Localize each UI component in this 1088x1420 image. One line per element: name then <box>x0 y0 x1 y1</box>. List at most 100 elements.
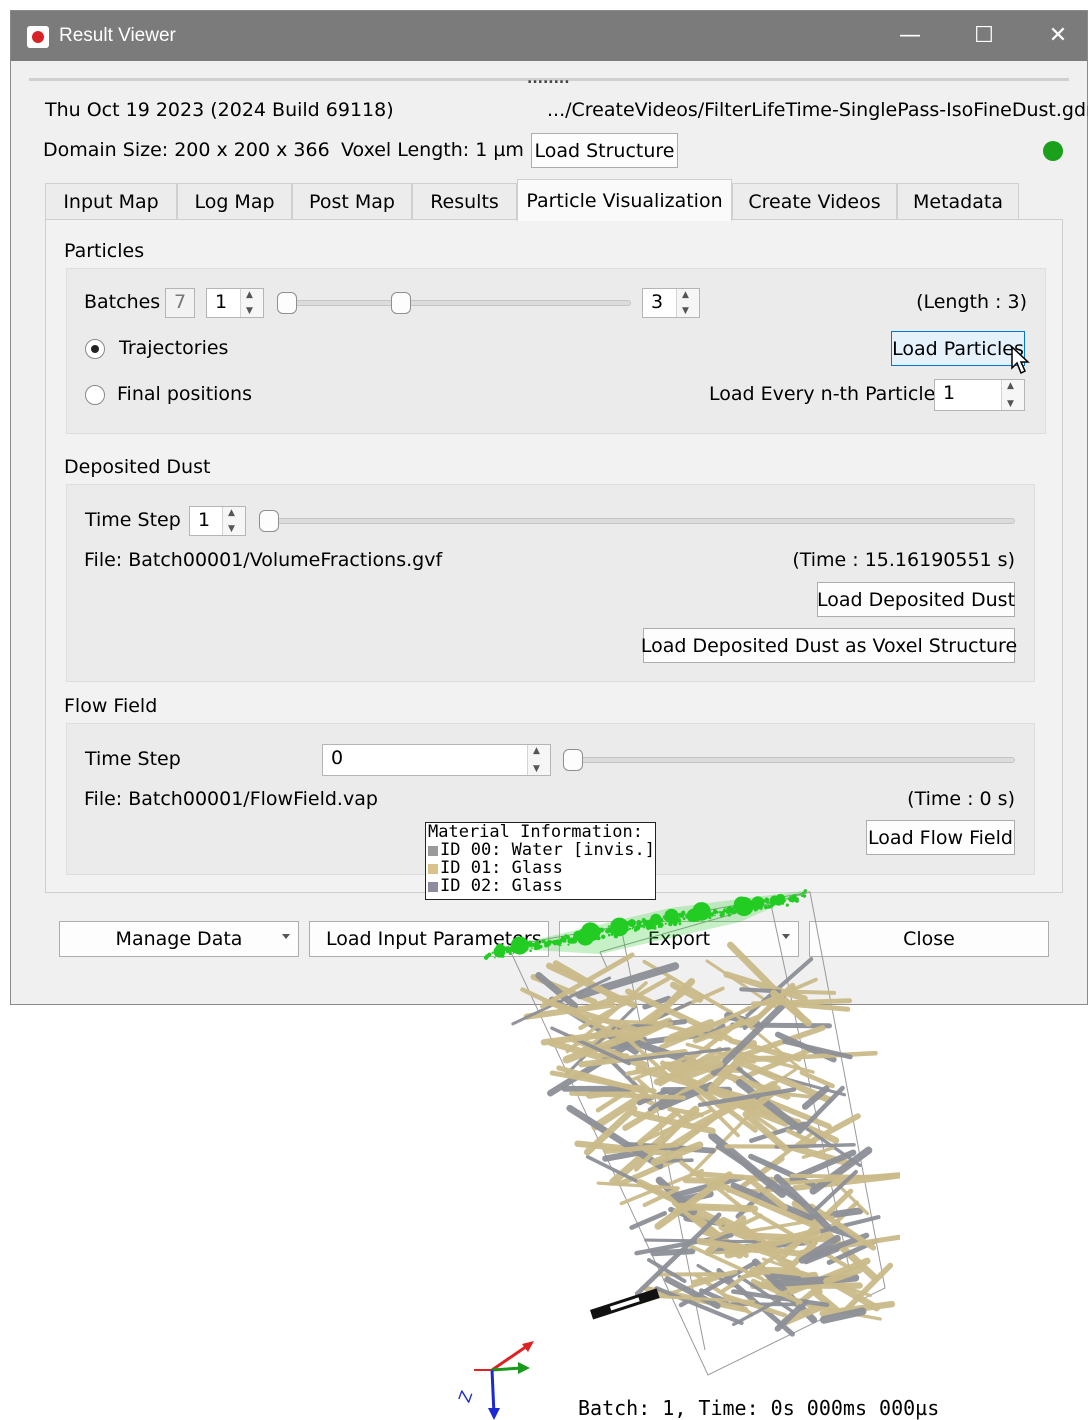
flow-time-step-handle[interactable] <box>563 749 583 771</box>
batch-range-handle-high[interactable] <box>391 292 411 314</box>
domain-size: Domain Size: 200 x 200 x 366 <box>43 139 330 161</box>
dust-particle <box>721 912 725 916</box>
dust-particle <box>531 947 533 949</box>
flow-time: (Time : 0 s) <box>907 788 1015 810</box>
dust-particle <box>728 913 731 916</box>
dust-particle <box>792 895 795 898</box>
dust-particle <box>724 907 726 909</box>
batch-range-handle-low[interactable] <box>277 292 297 314</box>
deposited-file: File: Batch00001/VolumeFractions.gvf <box>84 549 442 571</box>
fiber-structure-visualization[interactable] <box>440 880 900 1390</box>
title-bar[interactable]: Result Viewer — ☐ ✕ <box>11 11 1087 61</box>
dust-particle <box>582 938 584 940</box>
dust-particle <box>758 901 761 904</box>
dust-particle <box>541 940 545 944</box>
flow-time-step-label: Time Step <box>85 748 181 770</box>
batch-length: (Length : 3) <box>916 291 1027 313</box>
dust-particle <box>540 945 542 947</box>
close-window-button[interactable]: ✕ <box>1035 21 1081 51</box>
batch-range-slider[interactable] <box>287 300 631 306</box>
load-deposited-dust-button[interactable]: Load Deposited Dust <box>817 582 1015 617</box>
dust-particle <box>723 910 725 912</box>
deposited-time-step-slider[interactable] <box>267 518 1015 524</box>
deposited-time-step-label: Time Step <box>85 509 181 531</box>
voxel-length: Voxel Length: 1 µm <box>341 139 524 161</box>
dust-particle <box>601 935 605 939</box>
minimize-button[interactable]: — <box>887 21 933 51</box>
dust-particle <box>799 894 801 896</box>
dust-particle <box>730 910 733 913</box>
project-path: .../CreateVideos/FilterLifeTime-SinglePa… <box>547 99 1088 121</box>
load-deposited-dust-voxel-button[interactable]: Load Deposited Dust as Voxel Structure <box>643 628 1015 663</box>
legend-item: ID 00: Water [invis.] <box>428 841 655 859</box>
dust-particle <box>675 920 678 923</box>
manage-data-button[interactable]: Manage Data <box>59 921 299 957</box>
batch-to-spinbox[interactable]: 3 <box>642 288 700 318</box>
deposited-dust-group: Time Step 1 File: Batch00001/VolumeFract… <box>66 484 1035 682</box>
load-structure-button[interactable]: Load Structure <box>531 133 678 168</box>
deposited-time-step-handle[interactable] <box>259 510 279 532</box>
svg-text:Z: Z <box>455 1388 477 1405</box>
scale-bar <box>590 1288 660 1319</box>
dust-particle <box>765 900 769 904</box>
tab-results[interactable]: Results <box>412 183 517 220</box>
material-cube-icon <box>428 846 438 856</box>
dust-particle <box>626 925 628 927</box>
flow-time-step-spinbox[interactable]: 0 <box>322 744 551 776</box>
mouse-cursor-icon <box>1011 346 1033 376</box>
dust-particle <box>719 911 721 913</box>
dust-particle <box>582 935 584 937</box>
dust-particle <box>627 929 629 931</box>
tab-log-map[interactable]: Log Map <box>177 183 292 220</box>
dust-particle <box>643 926 645 928</box>
dust-particle <box>683 917 686 920</box>
load-every-spinbox[interactable]: 1 <box>934 379 1025 411</box>
dust-particle <box>511 936 529 954</box>
load-flow-field-button[interactable]: Load Flow Field <box>866 820 1015 855</box>
deposited-time: (Time : 15.16190551 s) <box>792 549 1015 571</box>
dust-particle <box>568 940 570 942</box>
dust-particle <box>498 952 500 954</box>
dust-particle <box>795 899 799 903</box>
dust-particle <box>754 907 758 911</box>
dust-particle <box>679 916 681 918</box>
tab-metadata[interactable]: Metadata <box>897 183 1019 220</box>
fiber <box>653 1251 692 1253</box>
dust-particle <box>685 914 689 918</box>
deposited-dust-section-title: Deposited Dust <box>64 456 210 478</box>
final-positions-radio[interactable] <box>85 385 105 405</box>
maximize-button[interactable]: ☐ <box>961 21 1007 51</box>
splitter-handle[interactable]: ........ <box>527 71 570 87</box>
dust-particle <box>781 902 784 905</box>
dust-particle <box>788 898 791 901</box>
material-cube-icon <box>428 864 438 874</box>
dust-particle <box>714 915 716 917</box>
fiber-bundle <box>513 945 900 1334</box>
dust-particle <box>803 894 806 897</box>
deposited-time-step-spinbox[interactable]: 1 <box>189 506 246 536</box>
dust-particle <box>500 948 504 952</box>
dust-particle <box>634 926 639 931</box>
dust-particle <box>595 935 597 937</box>
flow-field-section-title: Flow Field <box>64 695 157 717</box>
dust-particle <box>752 904 755 907</box>
app-icon <box>27 26 49 48</box>
tab-post-map[interactable]: Post Map <box>292 183 412 220</box>
flow-time-step-slider[interactable] <box>572 757 1015 763</box>
batch-from-spinbox[interactable]: 1 <box>206 288 264 318</box>
trajectories-radio[interactable] <box>85 339 105 359</box>
dust-particle <box>575 933 577 935</box>
dust-particle <box>572 939 577 944</box>
tab-create-videos[interactable]: Create Videos <box>732 183 897 220</box>
dust-particle <box>804 889 807 892</box>
dust-particle <box>628 919 636 927</box>
dust-particle <box>668 922 672 926</box>
dust-particle <box>494 957 496 959</box>
tab-input-map[interactable]: Input Map <box>45 183 177 220</box>
load-particles-button[interactable]: Load Particles <box>891 331 1025 366</box>
dust-particle <box>658 919 661 922</box>
tab-particle-visualization[interactable]: Particle Visualization <box>517 179 732 221</box>
dust-particle <box>663 916 665 918</box>
dust-particle <box>544 944 548 948</box>
window-title: Result Viewer <box>59 25 176 47</box>
